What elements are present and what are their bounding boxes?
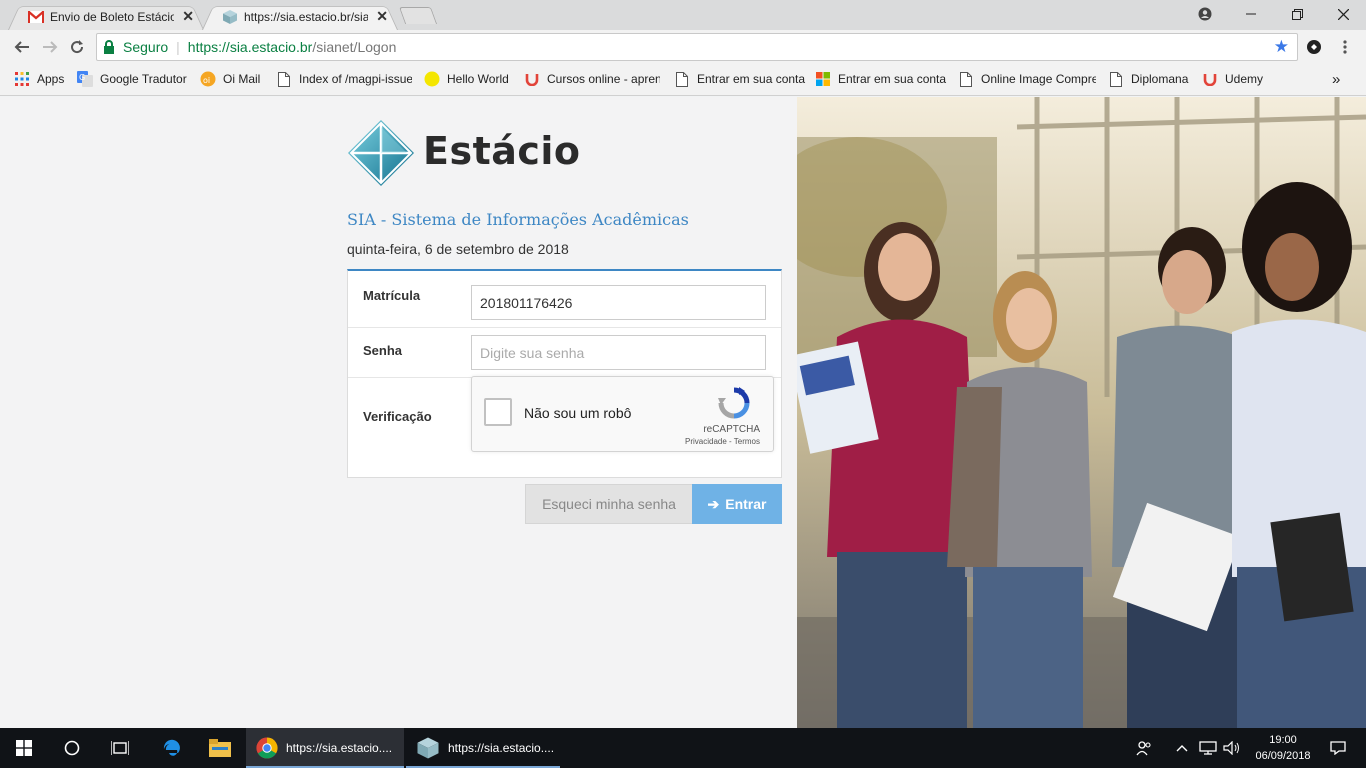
udemy-icon bbox=[1202, 71, 1218, 87]
bookmark-star-icon[interactable]: ★ bbox=[1274, 37, 1289, 57]
reload-icon[interactable] bbox=[66, 36, 88, 58]
more-bookmarks-button[interactable]: » bbox=[1332, 70, 1348, 88]
volume-icon[interactable] bbox=[1220, 728, 1244, 768]
yellow-circle-icon bbox=[424, 71, 440, 87]
new-tab-button[interactable] bbox=[398, 7, 438, 24]
chrome-icon bbox=[256, 737, 278, 759]
bookmark-entrar-conta-1[interactable]: Entrar em sua conta bbox=[674, 70, 806, 88]
clock-date: 06/09/2018 bbox=[1255, 750, 1311, 762]
bookmark-apps[interactable]: Apps bbox=[14, 70, 69, 88]
udemy-icon bbox=[524, 71, 540, 87]
lock-icon bbox=[103, 40, 117, 54]
profile-icon[interactable] bbox=[1193, 4, 1217, 24]
estacio-cube-icon bbox=[416, 736, 440, 760]
file-explorer-icon[interactable] bbox=[196, 728, 244, 768]
browser-toolbar: Seguro | https://sia.estacio.br/sianet/L… bbox=[0, 30, 1366, 64]
tab-gmail[interactable]: Envio de Boleto Estácio - ✕ bbox=[8, 3, 204, 31]
close-tab-icon[interactable]: ✕ bbox=[182, 8, 194, 25]
google-translate-icon: G bbox=[77, 71, 93, 87]
url-path: /sianet/Logon bbox=[312, 39, 397, 55]
system-title: SIA - Sistema de Informações Acadêmicas bbox=[347, 210, 689, 229]
recaptcha-widget: Não sou um robô reCAPTCHA Privacidade - … bbox=[471, 376, 774, 452]
minimize-icon[interactable] bbox=[1239, 4, 1263, 24]
senha-input[interactable] bbox=[471, 335, 766, 370]
bookmark-diplomana[interactable]: Diplomana bbox=[1108, 70, 1192, 88]
senha-label: Senha bbox=[363, 343, 403, 358]
chevron-up-icon[interactable] bbox=[1170, 728, 1194, 768]
clock[interactable]: 19:00 06/09/2018 bbox=[1250, 732, 1316, 764]
bookmark-oi-mail[interactable]: oi Oi Mail bbox=[200, 70, 268, 88]
verificacao-label: Verificação bbox=[363, 409, 432, 424]
bookmark-magpi[interactable]: Index of /magpi-issue bbox=[276, 70, 412, 88]
login-form: Matrícula Senha Verificação Não sou um r… bbox=[347, 269, 782, 478]
login-page: Estácio SIA - Sistema de Informações Aca… bbox=[0, 97, 1366, 728]
network-icon[interactable] bbox=[1196, 728, 1220, 768]
bookmark-online-image[interactable]: Online Image Compre bbox=[958, 70, 1096, 88]
extension-icon[interactable] bbox=[1303, 36, 1325, 58]
bookmark-entrar-conta-2[interactable]: Entrar em sua conta bbox=[815, 70, 947, 88]
oi-mail-icon: oi bbox=[200, 71, 216, 87]
clock-time: 19:00 bbox=[1269, 734, 1297, 746]
browser-tab-strip: Envio de Boleto Estácio - ✕ https://sia.… bbox=[0, 0, 1366, 31]
gmail-icon bbox=[28, 9, 44, 25]
back-icon[interactable] bbox=[11, 36, 33, 58]
taskbar-chrome-app[interactable]: https://sia.estacio.... bbox=[246, 728, 404, 768]
windows-taskbar: https://sia.estacio.... https://sia.esta… bbox=[0, 728, 1366, 768]
arrow-right-icon: ➔ bbox=[707, 495, 720, 512]
estacio-cube-icon bbox=[222, 9, 238, 25]
enter-button[interactable]: ➔ Entrar bbox=[692, 484, 782, 524]
bookmark-udemy[interactable]: Udemy bbox=[1202, 70, 1268, 88]
edge-icon[interactable] bbox=[147, 728, 195, 768]
restore-icon[interactable] bbox=[1285, 4, 1309, 24]
matricula-input[interactable] bbox=[471, 285, 766, 320]
svg-text:oi: oi bbox=[203, 76, 210, 85]
taskbar-sia-app[interactable]: https://sia.estacio.... bbox=[406, 728, 560, 768]
people-icon[interactable] bbox=[1124, 728, 1164, 768]
url-host: https://sia.estacio.br bbox=[187, 39, 313, 55]
current-date: quinta-feira, 6 de setembro de 2018 bbox=[347, 241, 569, 257]
tab-title: https://sia.estacio.br/sian bbox=[244, 9, 369, 24]
estacio-logo: Estácio bbox=[347, 119, 607, 189]
search-icon[interactable] bbox=[48, 728, 96, 768]
students-photo bbox=[797, 97, 1366, 728]
task-view-icon[interactable] bbox=[96, 728, 144, 768]
page-icon bbox=[674, 71, 690, 87]
recaptcha-links[interactable]: Privacidade - Termos bbox=[685, 437, 760, 446]
close-tab-icon[interactable]: ✕ bbox=[376, 8, 388, 25]
apps-grid-icon bbox=[14, 71, 30, 87]
svg-text:G: G bbox=[79, 73, 85, 82]
microsoft-icon bbox=[815, 71, 831, 87]
matricula-label: Matrícula bbox=[363, 288, 421, 303]
recaptcha-logo-icon bbox=[717, 387, 751, 419]
tab-title: Envio de Boleto Estácio - bbox=[50, 9, 175, 24]
bookmarks-bar: Apps G Google Tradutor oi Oi Mail Index … bbox=[0, 64, 1366, 96]
recaptcha-label: Não sou um robô bbox=[524, 405, 632, 421]
recaptcha-brand: reCAPTCHA bbox=[703, 424, 760, 435]
close-window-icon[interactable] bbox=[1331, 4, 1355, 24]
page-icon bbox=[958, 71, 974, 87]
page-icon bbox=[276, 71, 292, 87]
forward-icon[interactable] bbox=[39, 36, 61, 58]
menu-icon[interactable] bbox=[1334, 36, 1356, 58]
logo-text: Estácio bbox=[423, 129, 581, 173]
bookmark-cursos-online[interactable]: Cursos online - apren bbox=[524, 70, 660, 88]
senha-row: Senha bbox=[348, 328, 781, 378]
recaptcha-checkbox[interactable] bbox=[484, 398, 512, 426]
page-icon bbox=[1108, 71, 1124, 87]
tab-sia[interactable]: https://sia.estacio.br/sian ✕ bbox=[202, 3, 398, 31]
forgot-password-button[interactable]: Esqueci minha senha bbox=[525, 484, 693, 524]
enter-label: Entrar bbox=[725, 496, 767, 512]
secure-label: Seguro bbox=[123, 39, 169, 55]
bookmark-google-tradutor[interactable]: G Google Tradutor bbox=[77, 70, 192, 88]
windows-start-icon[interactable] bbox=[0, 728, 48, 768]
matricula-row: Matrícula bbox=[348, 271, 781, 328]
address-bar[interactable]: Seguro | https://sia.estacio.br/sianet/L… bbox=[96, 33, 1298, 61]
notifications-icon[interactable] bbox=[1318, 728, 1358, 768]
bookmark-hello-world[interactable]: Hello World bbox=[424, 70, 516, 88]
